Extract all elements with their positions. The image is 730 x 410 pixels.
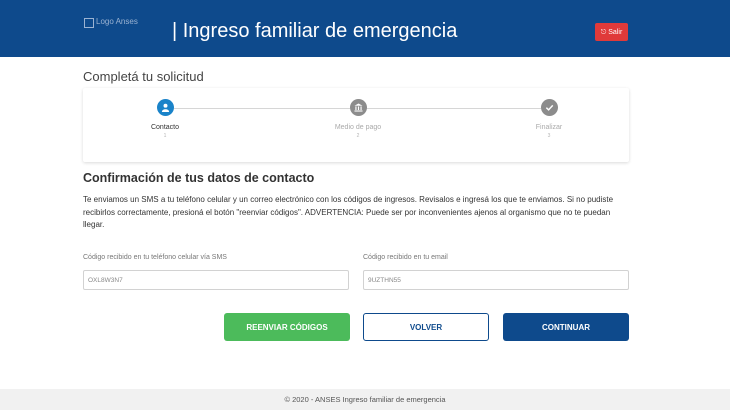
step-number: 1 xyxy=(163,133,167,139)
logout-label: Salir xyxy=(608,28,623,36)
step-number: 3 xyxy=(547,133,551,139)
step-medio-de-pago: Medio de pago 2 xyxy=(313,99,403,139)
step-contacto: Contacto 1 xyxy=(120,99,210,139)
user-icon xyxy=(156,99,174,116)
footer: © 2020 - ANSES Ingreso familiar de emerg… xyxy=(0,389,730,410)
continue-button[interactable]: CONTINUAR xyxy=(503,313,629,341)
request-title: Completá tu solicitud xyxy=(83,69,204,84)
step-label: Medio de pago xyxy=(334,124,382,131)
sms-code-input[interactable] xyxy=(83,270,349,290)
stepper: Contacto 1 Medio de pago 2 Finalizar 3 xyxy=(83,88,629,162)
form-description: Te enviamos un SMS a tu teléfono celular… xyxy=(83,195,614,229)
top-header: Logo Anses | Ingreso familiar de emergen… xyxy=(0,0,730,57)
email-code-label: Código recibido en tu email xyxy=(363,254,448,261)
step-number: 2 xyxy=(356,133,360,139)
sign-out-icon: ⎋ xyxy=(600,28,607,36)
footer-text: © 2020 - ANSES Ingreso familiar de emerg… xyxy=(284,395,446,404)
email-code-input[interactable] xyxy=(363,270,629,290)
step-finalizar: Finalizar 3 xyxy=(504,99,594,139)
step-label: Contacto xyxy=(150,124,180,131)
check-icon xyxy=(540,99,558,116)
sms-code-label: Código recibido en tu teléfono celular v… xyxy=(83,254,227,261)
form-title: Confirmación de tus datos de contacto xyxy=(83,171,315,185)
resend-codes-button[interactable]: REENVIAR CÓDIGOS xyxy=(224,313,350,341)
step-label: Finalizar xyxy=(535,124,563,131)
broken-image-icon xyxy=(84,18,94,28)
logo-alt-text: Logo Anses xyxy=(96,17,138,26)
bank-icon xyxy=(349,99,367,116)
logout-button[interactable]: ⎋ Salir xyxy=(595,23,628,41)
anses-logo[interactable]: Logo Anses xyxy=(84,17,138,28)
app-title: | Ingreso familiar de emergencia xyxy=(172,20,458,42)
back-button[interactable]: VOLVER xyxy=(363,313,489,341)
